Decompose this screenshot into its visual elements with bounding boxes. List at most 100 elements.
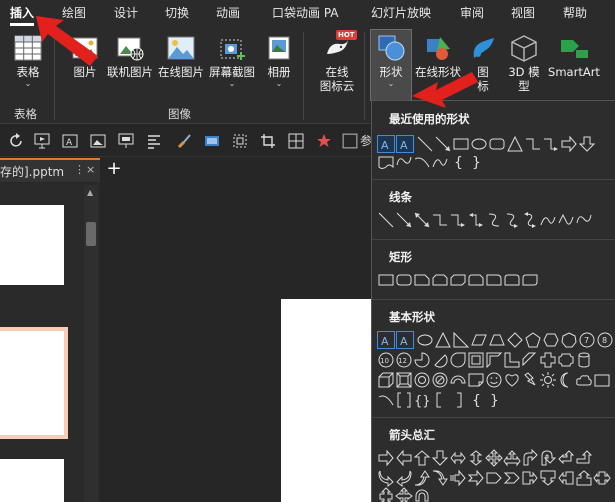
plaque-shape-icon[interactable]: [557, 351, 575, 369]
arc-shape-icon[interactable]: [413, 153, 431, 171]
round-same-side-rectangle-shape-icon[interactable]: [503, 271, 521, 289]
slide-thumbnail[interactable]: [0, 331, 64, 435]
tab-slideshow[interactable]: 幻灯片放映: [371, 4, 431, 21]
tab-review[interactable]: 审阅: [460, 4, 484, 21]
arrow-line-shape-icon[interactable]: [434, 135, 452, 153]
slide-page[interactable]: [281, 299, 373, 502]
curved-up-arrow-shape-icon[interactable]: [413, 469, 431, 487]
heart-shape-icon[interactable]: [503, 371, 521, 389]
bent-arrow-shape-icon[interactable]: [521, 449, 539, 467]
checkbox-icon[interactable]: [342, 133, 358, 149]
down-arrow-callout-shape-icon[interactable]: [539, 469, 557, 487]
chord-shape-icon[interactable]: [431, 351, 449, 369]
dodecagon-shape-icon[interactable]: 12: [395, 351, 413, 369]
curved-left-arrow-shape-icon[interactable]: [395, 469, 413, 487]
freeform-shape-icon[interactable]: [395, 153, 413, 171]
striped-right-arrow-shape-icon[interactable]: [449, 469, 467, 487]
snip-round-rectangle-shape-icon[interactable]: [467, 271, 485, 289]
no-symbol-shape-icon[interactable]: [431, 371, 449, 389]
down-arrow-shape-icon[interactable]: [431, 449, 449, 467]
right-arrow-shape-icon[interactable]: [560, 135, 578, 153]
screen-icon[interactable]: [118, 133, 134, 149]
curved-right-arrow-shape-icon[interactable]: [377, 469, 395, 487]
left-right-arrow-shape-icon[interactable]: [449, 449, 467, 467]
curved-connector-shape-icon[interactable]: [485, 211, 503, 229]
curved-down-arrow-shape-icon[interactable]: [431, 469, 449, 487]
chevron-shape-icon[interactable]: [503, 469, 521, 487]
bent-up-arrow-shape-icon[interactable]: [575, 449, 593, 467]
cube-shape-icon[interactable]: [377, 371, 395, 389]
bevel-shape-icon[interactable]: [395, 371, 413, 389]
star-icon[interactable]: [316, 133, 332, 149]
scribble-shape-icon[interactable]: [575, 211, 593, 229]
diamond-shape-icon[interactable]: [506, 331, 524, 349]
tab-insert[interactable]: 插入: [10, 4, 35, 26]
double-bracket-shape-icon[interactable]: [395, 391, 413, 409]
triangle-shape-icon[interactable]: [506, 135, 524, 153]
right-triangle-shape-icon[interactable]: [452, 331, 470, 349]
teardrop-shape-icon[interactable]: [449, 351, 467, 369]
double-brace-shape-icon[interactable]: {}: [413, 391, 431, 409]
grid-icon[interactable]: [288, 133, 304, 149]
shapes-button[interactable]: 形状 ⌄: [371, 34, 411, 88]
tab-transitions[interactable]: 切换: [165, 4, 189, 21]
up-arrow-shape-icon[interactable]: [413, 449, 431, 467]
left-up-arrow-shape-icon[interactable]: [557, 449, 575, 467]
double-arrow-line-shape-icon[interactable]: [413, 211, 431, 229]
plus-shape-icon[interactable]: [539, 351, 557, 369]
tab-help[interactable]: 帮助: [563, 4, 587, 21]
line-shape-icon[interactable]: [377, 211, 395, 229]
quad-arrow-shape-icon[interactable]: [485, 449, 503, 467]
l-shape-icon[interactable]: [503, 351, 521, 369]
slide-thumbnail[interactable]: [0, 459, 64, 502]
curve-shape-icon[interactable]: [539, 211, 557, 229]
heptagon-shape-icon[interactable]: [560, 331, 578, 349]
new-tab-button[interactable]: +: [103, 158, 125, 182]
scrollbar-thumb[interactable]: [86, 222, 96, 246]
decagon-shape-icon[interactable]: 10: [377, 351, 395, 369]
slide-thumbnail[interactable]: [0, 205, 64, 285]
parallelogram-shape-icon[interactable]: [470, 331, 488, 349]
wave-square-shape-icon[interactable]: [593, 371, 611, 389]
elbow-double-arrow-shape-icon[interactable]: [467, 211, 485, 229]
freeform-shape-icon[interactable]: [557, 211, 575, 229]
left-brace-shape-icon[interactable]: {: [467, 391, 485, 409]
curved-double-arrow-shape-icon[interactable]: [521, 211, 539, 229]
oval-shape-icon[interactable]: [416, 331, 434, 349]
round-single-corner-rectangle-shape-icon[interactable]: [485, 271, 503, 289]
tab-design[interactable]: 设计: [114, 4, 138, 21]
left-arrow-callout-shape-icon[interactable]: [557, 469, 575, 487]
curved-arrow-shape-icon[interactable]: [503, 211, 521, 229]
3d-models-button[interactable]: 3D 模 型: [504, 34, 544, 93]
presentation-icon[interactable]: [34, 133, 50, 149]
left-brace-shape-icon[interactable]: {: [449, 153, 467, 171]
format-icon[interactable]: [204, 133, 220, 149]
right-arrow-callout-shape-icon[interactable]: [521, 469, 539, 487]
image-frame-icon[interactable]: [90, 133, 106, 149]
snip-corner-rectangle-shape-icon[interactable]: [413, 271, 431, 289]
crop-icon[interactable]: [260, 133, 276, 149]
select-icon[interactable]: [232, 133, 248, 149]
circle-7-shape-icon[interactable]: 7: [578, 331, 596, 349]
line-shape-icon[interactable]: [416, 135, 434, 153]
block-arc-shape-icon[interactable]: [449, 371, 467, 389]
circular-arrow-shape-icon[interactable]: [413, 487, 431, 502]
oval-shape-icon[interactable]: [470, 135, 488, 153]
donut-shape-icon[interactable]: [413, 371, 431, 389]
right-brace-shape-icon[interactable]: }: [467, 153, 485, 171]
photo-album-button[interactable]: 相册 ⌄: [262, 34, 296, 88]
scroll-up-icon[interactable]: ▲: [87, 188, 93, 197]
more-icon[interactable]: ⋮: [74, 163, 85, 176]
trapezoid-shape-icon[interactable]: [488, 331, 506, 349]
elbow-connector-shape-icon[interactable]: [524, 135, 542, 153]
up-arrow-callout-shape-icon[interactable]: [575, 469, 593, 487]
diagonal-stripe-shape-icon[interactable]: [521, 351, 539, 369]
folded-corner-shape-icon[interactable]: [467, 371, 485, 389]
rectangle-shape-icon[interactable]: [452, 135, 470, 153]
screenshot-button[interactable]: 屏幕截图 ⌄: [206, 34, 258, 88]
tab-view[interactable]: 视图: [511, 4, 535, 21]
lightning-bolt-shape-icon[interactable]: [521, 371, 539, 389]
snip-diagonal-rectangle-shape-icon[interactable]: [449, 271, 467, 289]
up-down-arrow-shape-icon[interactable]: [467, 449, 485, 467]
pentagon-shape-icon[interactable]: [524, 331, 542, 349]
